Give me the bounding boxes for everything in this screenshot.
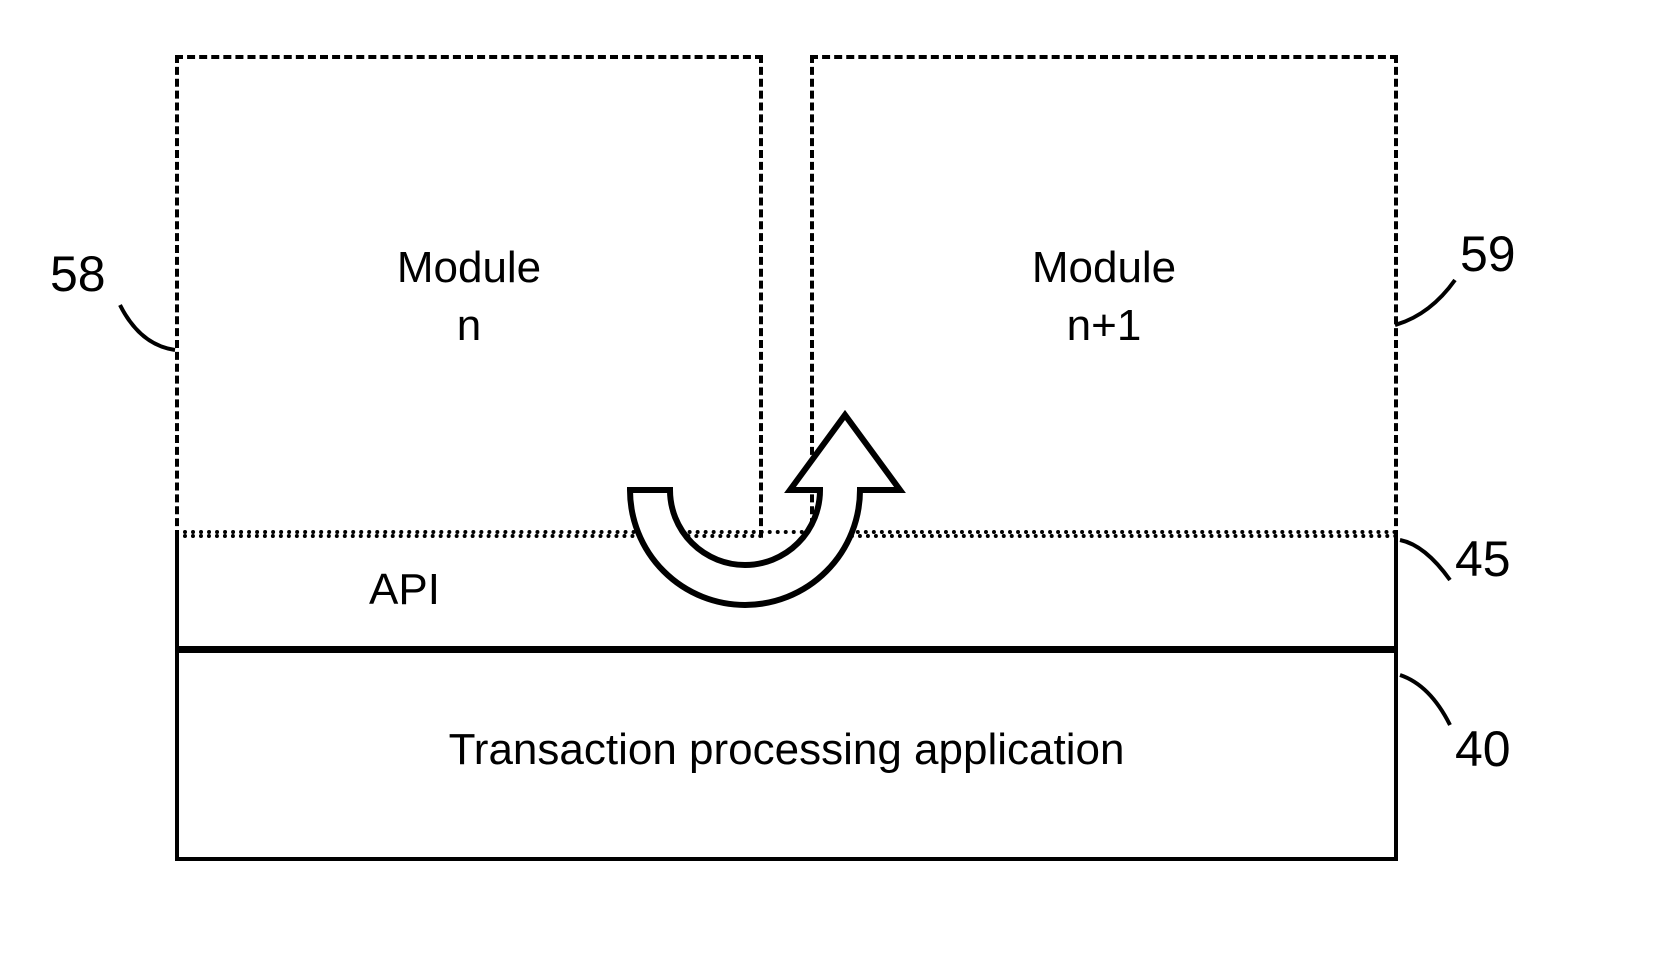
ref-label-59: 59 xyxy=(1460,225,1516,283)
module-n1-title: Module xyxy=(1032,239,1176,296)
ref-label-40: 40 xyxy=(1455,720,1511,778)
tpa-label: Transaction processing application xyxy=(449,725,1125,775)
leader-59 xyxy=(1390,275,1460,335)
leader-40 xyxy=(1395,670,1455,730)
module-n1-sub: n+1 xyxy=(1067,297,1142,354)
architecture-diagram: Module n Module n+1 API Transaction proc… xyxy=(0,0,1675,977)
leader-45 xyxy=(1395,535,1455,585)
module-n-sub: n xyxy=(457,297,481,354)
module-n-title: Module xyxy=(397,239,541,296)
flow-arrow-icon xyxy=(565,380,965,660)
ref-label-58: 58 xyxy=(50,245,106,303)
api-label: API xyxy=(369,565,440,615)
leader-58 xyxy=(115,300,185,360)
transaction-processing-layer: Transaction processing application xyxy=(175,642,1398,861)
ref-label-45: 45 xyxy=(1455,530,1511,588)
